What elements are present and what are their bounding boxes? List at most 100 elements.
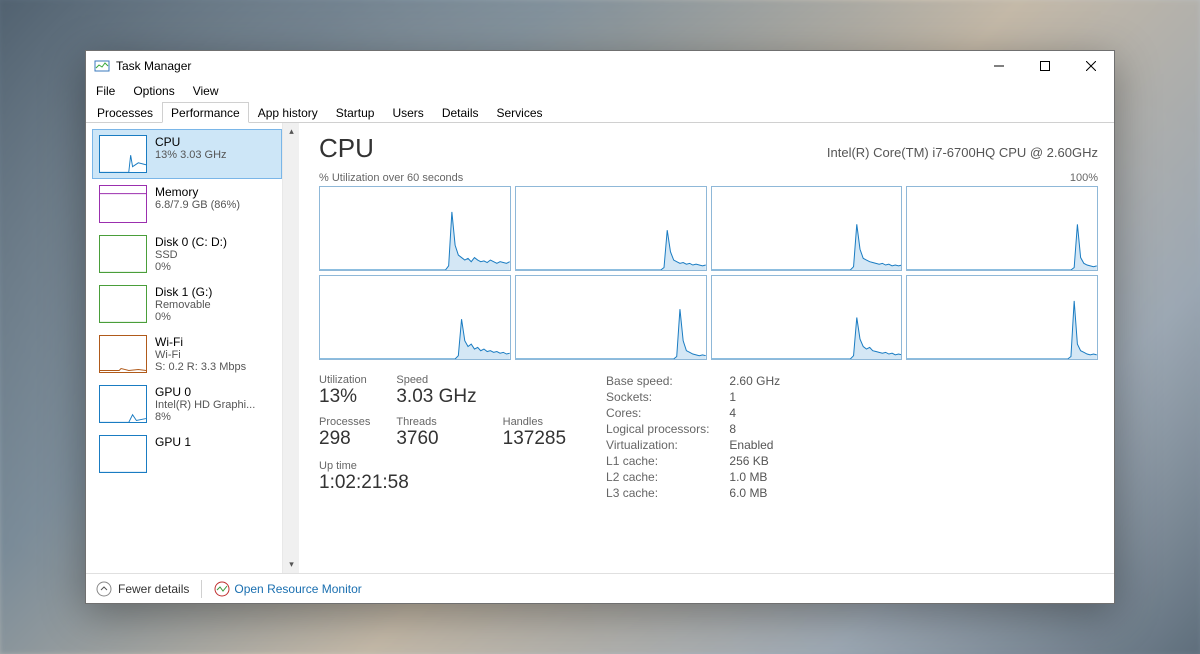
sockets-label: Sockets: <box>606 390 709 404</box>
speed-label: Speed <box>396 374 476 386</box>
uptime-value: 1:02:21:58 <box>319 472 566 494</box>
fewer-details-button[interactable]: Fewer details <box>96 581 189 597</box>
sidebar-item-memory[interactable]: Memory6.8/7.9 GB (86%) <box>92 179 282 229</box>
cpu-core-chart-5 <box>515 275 707 360</box>
sidebar-item-title: Disk 0 (C: D:) <box>155 235 227 249</box>
sidebar-item-cpu[interactable]: CPU13% 3.03 GHz <box>92 129 282 179</box>
titlebar[interactable]: Task Manager <box>86 51 1114 81</box>
scroll-down-icon[interactable]: ▾ <box>283 556 300 573</box>
threads-value: 3760 <box>396 428 476 450</box>
menubar: File Options View <box>86 81 1114 101</box>
cores-label: Cores: <box>606 406 709 420</box>
handles-value: 137285 <box>503 428 566 450</box>
tab-details[interactable]: Details <box>433 102 488 123</box>
sidebar-item-title: GPU 0 <box>155 385 255 399</box>
graph-ymax: 100% <box>1070 172 1098 184</box>
footer: Fewer details Open Resource Monitor <box>86 573 1114 603</box>
panel-title: CPU <box>319 133 374 164</box>
window-title: Task Manager <box>116 59 191 73</box>
cpu-model-name: Intel(R) Core(TM) i7-6700HQ CPU @ 2.60GH… <box>827 145 1098 160</box>
sidebar-scrollbar[interactable]: ▴ ▾ <box>282 123 299 573</box>
menu-options[interactable]: Options <box>131 84 176 98</box>
processes-value: 298 <box>319 428 370 450</box>
tab-app-history[interactable]: App history <box>249 102 327 123</box>
l1-label: L1 cache: <box>606 454 709 468</box>
l1-value: 256 KB <box>729 454 780 468</box>
cpu-core-chart-3 <box>906 186 1098 271</box>
speed-value: 3.03 GHz <box>396 386 476 408</box>
monitor-icon <box>214 581 230 597</box>
mini-graph-icon <box>99 335 147 373</box>
close-button[interactable] <box>1068 51 1114 81</box>
virtualization-value: Enabled <box>729 438 780 452</box>
chevron-up-circle-icon <box>96 581 112 597</box>
sidebar-item-wi-fi[interactable]: Wi-FiWi-FiS: 0.2 R: 3.3 Mbps <box>92 329 282 379</box>
sidebar-item-sub1: Intel(R) HD Graphi... <box>155 399 255 411</box>
cpu-core-chart-1 <box>515 186 707 271</box>
app-icon <box>94 58 110 74</box>
maximize-button[interactable] <box>1022 51 1068 81</box>
sidebar-item-sub1: 13% 3.03 GHz <box>155 149 227 161</box>
tab-startup[interactable]: Startup <box>327 102 384 123</box>
minimize-button[interactable] <box>976 51 1022 81</box>
scroll-up-icon[interactable]: ▴ <box>283 123 300 140</box>
sidebar-item-disk-0-c-d-[interactable]: Disk 0 (C: D:)SSD0% <box>92 229 282 279</box>
cpu-core-chart-2 <box>711 186 903 271</box>
sidebar-item-sub2: 8% <box>155 411 255 423</box>
mini-graph-icon <box>99 385 147 423</box>
sidebar-item-title: Disk 1 (G:) <box>155 285 212 299</box>
cpu-panel: CPU Intel(R) Core(TM) i7-6700HQ CPU @ 2.… <box>299 123 1114 573</box>
cores-value: 4 <box>729 406 780 420</box>
base-speed-value: 2.60 GHz <box>729 374 780 388</box>
logical-value: 8 <box>729 422 780 436</box>
l3-label: L3 cache: <box>606 486 709 500</box>
utilization-label: Utilization <box>319 374 370 386</box>
performance-sidebar: CPU13% 3.03 GHzMemory6.8/7.9 GB (86%)Dis… <box>86 123 282 573</box>
fewer-details-label: Fewer details <box>118 582 189 596</box>
sockets-value: 1 <box>729 390 780 404</box>
base-speed-label: Base speed: <box>606 374 709 388</box>
sidebar-item-sub1: SSD <box>155 249 227 261</box>
sidebar-item-title: Wi-Fi <box>155 335 246 349</box>
cpu-core-chart-0 <box>319 186 511 271</box>
cpu-core-chart-4 <box>319 275 511 360</box>
sidebar-item-sub2: 0% <box>155 311 212 323</box>
footer-divider <box>201 580 202 598</box>
sidebar-item-gpu-0[interactable]: GPU 0Intel(R) HD Graphi...8% <box>92 379 282 429</box>
graph-caption: % Utilization over 60 seconds <box>319 172 463 184</box>
l3-value: 6.0 MB <box>729 486 780 500</box>
sidebar-item-title: GPU 1 <box>155 435 191 449</box>
tab-services[interactable]: Services <box>488 102 552 123</box>
sidebar-item-sub1: Wi-Fi <box>155 349 246 361</box>
cpu-core-grid <box>319 186 1098 360</box>
mini-graph-icon <box>99 285 147 323</box>
menu-file[interactable]: File <box>94 84 117 98</box>
content-area: CPU13% 3.03 GHzMemory6.8/7.9 GB (86%)Dis… <box>86 123 1114 573</box>
mini-graph-icon <box>99 435 147 473</box>
virtualization-label: Virtualization: <box>606 438 709 452</box>
menu-view[interactable]: View <box>191 84 221 98</box>
mini-graph-icon <box>99 235 147 273</box>
open-resource-monitor-label: Open Resource Monitor <box>234 582 361 596</box>
cpu-spec-table: Base speed: 2.60 GHz Sockets: 1 Cores: 4… <box>606 374 780 500</box>
l2-label: L2 cache: <box>606 470 709 484</box>
sidebar-item-sub2: 0% <box>155 261 227 273</box>
sidebar-item-sub1: Removable <box>155 299 212 311</box>
tabbar: Processes Performance App history Startu… <box>86 101 1114 123</box>
sidebar-item-sub2: S: 0.2 R: 3.3 Mbps <box>155 361 246 373</box>
sidebar-item-gpu-1[interactable]: GPU 1 <box>92 429 282 479</box>
cpu-core-chart-7 <box>906 275 1098 360</box>
open-resource-monitor-link[interactable]: Open Resource Monitor <box>214 581 361 597</box>
cpu-core-chart-6 <box>711 275 903 360</box>
mini-graph-icon <box>99 185 147 223</box>
utilization-value: 13% <box>319 386 370 408</box>
logical-label: Logical processors: <box>606 422 709 436</box>
sidebar-item-disk-1-g-[interactable]: Disk 1 (G:)Removable0% <box>92 279 282 329</box>
tab-processes[interactable]: Processes <box>88 102 162 123</box>
sidebar-item-title: Memory <box>155 185 240 199</box>
task-manager-window: Task Manager File Options View Processes… <box>85 50 1115 604</box>
processes-label: Processes <box>319 416 370 428</box>
tab-users[interactable]: Users <box>383 102 432 123</box>
tab-performance[interactable]: Performance <box>162 102 249 123</box>
mini-graph-icon <box>99 135 147 173</box>
